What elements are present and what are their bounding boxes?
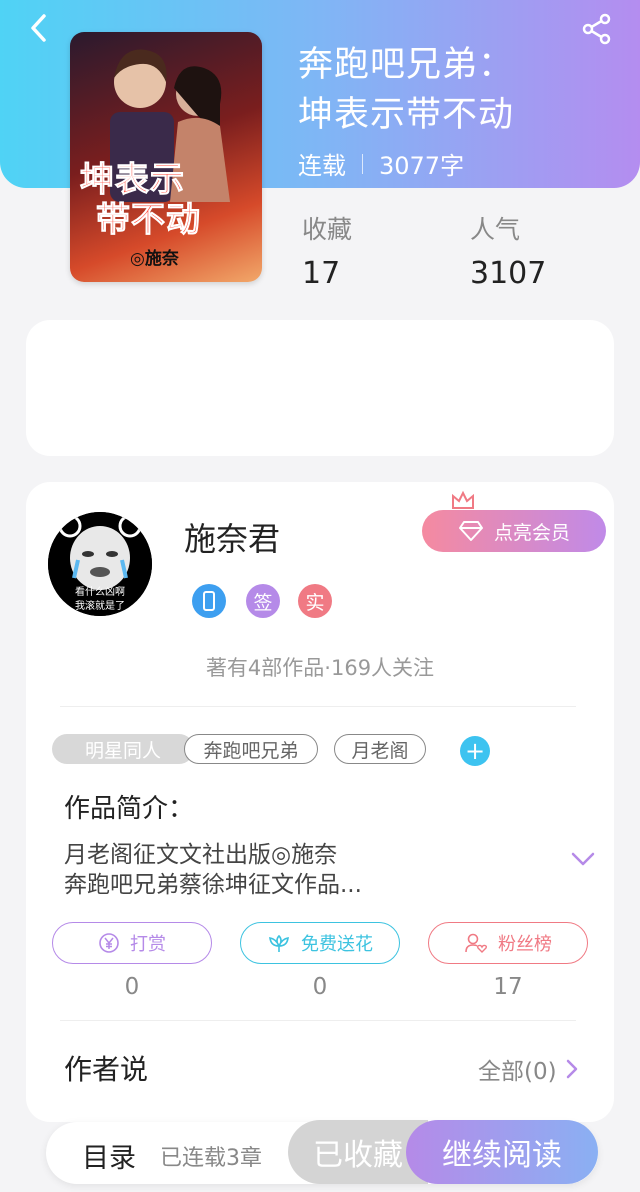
cover-title: 坤表示 带不动 xyxy=(80,160,201,241)
add-tag-button[interactable]: + xyxy=(460,736,490,766)
popularity-count: 3107 xyxy=(470,256,547,291)
word-count: 3077字 xyxy=(379,152,465,180)
avatar[interactable]: 看什么凶啊 我滚就是了 xyxy=(48,512,152,616)
tag-item[interactable]: 明星同人 xyxy=(52,734,194,764)
chevron-right-icon xyxy=(566,1059,577,1079)
book-cover[interactable]: 坤表示 带不动 ◎施奈 xyxy=(70,32,262,282)
diamond-icon xyxy=(458,521,483,541)
flower-icon xyxy=(269,934,289,952)
fan-ranking-label: 粉丝榜 xyxy=(498,934,552,955)
serial-status: 连载 xyxy=(298,152,346,180)
popularity-label: 人气 xyxy=(470,215,521,244)
avatar-caption: 看什么凶啊 我滚就是了 xyxy=(75,587,125,612)
book-meta: 连载 3077字 xyxy=(298,146,464,181)
chevron-left-icon xyxy=(31,14,46,42)
send-flower-button[interactable]: 免费送花 xyxy=(240,922,400,964)
cover-author: ◎施奈 xyxy=(130,249,179,269)
vip-button-label: 点亮会员 xyxy=(493,521,570,544)
tag-item[interactable]: 月老阁 xyxy=(334,734,426,764)
intro-text: 月老阁征文文社出版◎施奈 奔跑吧兄弟蔡徐坤征文作品... xyxy=(64,842,362,898)
author-say-all-link[interactable]: 全部(0) xyxy=(478,1052,579,1086)
divider xyxy=(60,706,576,707)
verified-badge: 实 xyxy=(298,584,332,618)
chevron-down-icon[interactable] xyxy=(570,850,596,868)
divider xyxy=(60,1020,576,1021)
collect-label: 收藏 xyxy=(302,215,353,244)
phone-icon xyxy=(203,591,215,611)
user-heart-icon xyxy=(465,933,488,953)
meta-divider xyxy=(362,153,363,174)
author-say-heading: 作者说 xyxy=(64,1053,149,1086)
phone-badge xyxy=(192,584,226,618)
vip-button[interactable]: 点亮会员 xyxy=(422,510,606,552)
collect-count: 17 xyxy=(302,256,341,291)
author-name[interactable]: 施奈君 xyxy=(184,514,280,560)
reward-button[interactable]: 打赏 xyxy=(52,922,212,964)
toc-button[interactable]: 目录 xyxy=(82,1136,136,1175)
fan-ranking-button[interactable]: 粉丝榜 xyxy=(428,922,588,964)
reward-label: 打赏 xyxy=(130,934,166,955)
tag-item[interactable]: 奔跑吧兄弟 xyxy=(184,734,318,764)
fan-count: 17 xyxy=(493,974,523,1000)
reward-count: 0 xyxy=(124,974,140,1000)
book-title: 奔跑吧兄弟： 坤表示带不动 xyxy=(298,45,515,135)
author-say-all-label: 全部(0) xyxy=(478,1059,557,1085)
intro-heading: 作品简介： xyxy=(64,794,195,824)
blank-card xyxy=(26,320,614,456)
signed-badge: 签 xyxy=(246,584,280,618)
crown-icon xyxy=(452,490,474,509)
works-summary: 著有4部作品·169人关注 xyxy=(205,656,435,680)
send-flower-label: 免费送花 xyxy=(301,934,373,955)
yen-icon xyxy=(99,933,119,953)
continue-reading-button[interactable]: 继续阅读 xyxy=(406,1120,598,1184)
chapter-count: 已连载3章 xyxy=(160,1146,262,1171)
flower-count: 0 xyxy=(312,974,328,1000)
back-button[interactable] xyxy=(24,12,56,44)
